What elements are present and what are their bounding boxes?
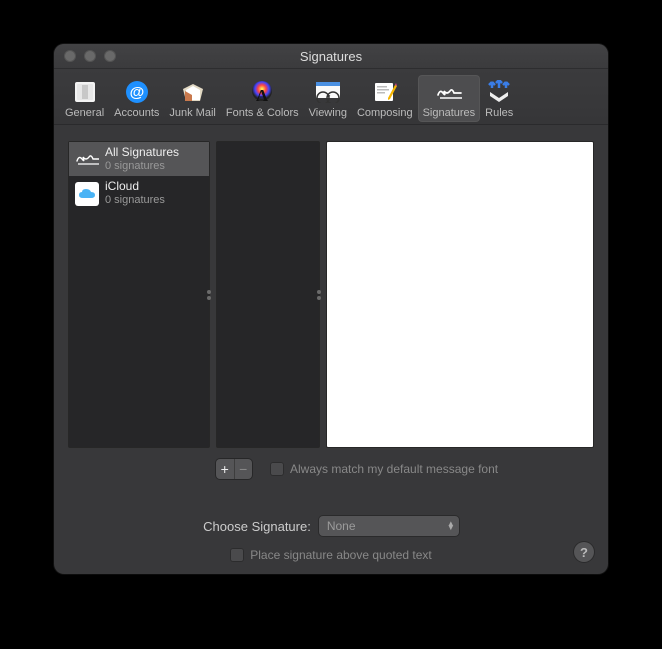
select-value: None: [327, 519, 356, 533]
minimize-button[interactable]: [84, 50, 96, 62]
accounts-icon: @: [123, 79, 151, 105]
tab-label: Signatures: [423, 107, 476, 119]
tab-label: Rules: [485, 107, 513, 119]
tab-label: Junk Mail: [169, 107, 215, 119]
account-sub: 0 signatures: [105, 160, 179, 173]
svg-text:A: A: [256, 86, 269, 104]
account-all-signatures[interactable]: All Signatures 0 signatures: [69, 142, 209, 176]
place-above-label: Place signature above quoted text: [250, 548, 431, 562]
add-remove-control: + −: [216, 459, 252, 479]
bottom-options: Choose Signature: None ▲▼ Place signatur…: [68, 516, 594, 562]
signature-icon: [75, 147, 99, 171]
accounts-list[interactable]: All Signatures 0 signatures iCloud 0 sig…: [68, 141, 210, 448]
tab-accounts[interactable]: @ Accounts: [109, 75, 164, 122]
composing-icon: [371, 79, 399, 105]
add-signature-button[interactable]: +: [216, 459, 235, 479]
tab-label: Fonts & Colors: [226, 107, 299, 119]
tab-general[interactable]: General: [60, 75, 109, 122]
tab-fonts[interactable]: A Fonts & Colors: [221, 75, 304, 122]
signatures-icon: [435, 79, 463, 105]
svg-text:@: @: [129, 84, 144, 101]
remove-signature-button[interactable]: −: [235, 459, 253, 479]
content-area: All Signatures 0 signatures iCloud 0 sig…: [54, 125, 608, 574]
tab-rules[interactable]: Rules: [480, 75, 518, 122]
tab-composing[interactable]: Composing: [352, 75, 418, 122]
viewing-icon: [314, 79, 342, 105]
account-name: iCloud: [105, 180, 165, 194]
chevron-updown-icon: ▲▼: [447, 522, 455, 530]
prefs-toolbar: General @ Accounts Junk Mail A Fonts & C…: [54, 69, 608, 125]
signature-editor[interactable]: [326, 141, 594, 448]
general-icon: [71, 79, 99, 105]
tab-junk[interactable]: Junk Mail: [164, 75, 220, 122]
match-font-row: Always match my default message font: [270, 462, 498, 476]
resize-grip-icon[interactable]: [207, 285, 212, 305]
account-sub: 0 signatures: [105, 194, 165, 207]
signatures-list[interactable]: [216, 141, 320, 448]
choose-label: Choose Signature:: [203, 519, 311, 534]
account-icloud[interactable]: iCloud 0 signatures: [69, 176, 209, 210]
tab-label: Composing: [357, 107, 413, 119]
under-row: + − Always match my default message font: [68, 458, 594, 480]
tab-label: Viewing: [309, 107, 347, 119]
match-font-checkbox[interactable]: [270, 462, 284, 476]
tab-viewing[interactable]: Viewing: [304, 75, 352, 122]
tab-signatures[interactable]: Signatures: [418, 75, 481, 122]
preferences-window: Signatures General @ Accounts Junk Mail …: [54, 44, 608, 574]
panes: All Signatures 0 signatures iCloud 0 sig…: [68, 141, 594, 448]
tab-label: Accounts: [114, 107, 159, 119]
match-font-label: Always match my default message font: [290, 462, 498, 476]
close-button[interactable]: [64, 50, 76, 62]
tab-label: General: [65, 107, 104, 119]
place-above-row: Place signature above quoted text: [230, 548, 431, 562]
icloud-icon: [75, 182, 99, 206]
account-name: All Signatures: [105, 146, 179, 160]
window-title: Signatures: [54, 49, 608, 64]
zoom-button[interactable]: [104, 50, 116, 62]
help-label: ?: [580, 545, 588, 560]
resize-grip-icon[interactable]: [317, 285, 322, 305]
rules-icon: [485, 79, 513, 105]
choose-signature-row: Choose Signature: None ▲▼: [203, 516, 459, 536]
choose-signature-select[interactable]: None ▲▼: [319, 516, 459, 536]
place-above-checkbox[interactable]: [230, 548, 244, 562]
help-button[interactable]: ?: [574, 542, 594, 562]
titlebar: Signatures: [54, 44, 608, 69]
junk-icon: [179, 79, 207, 105]
traffic-lights: [54, 50, 116, 62]
fonts-icon: A: [248, 79, 276, 105]
